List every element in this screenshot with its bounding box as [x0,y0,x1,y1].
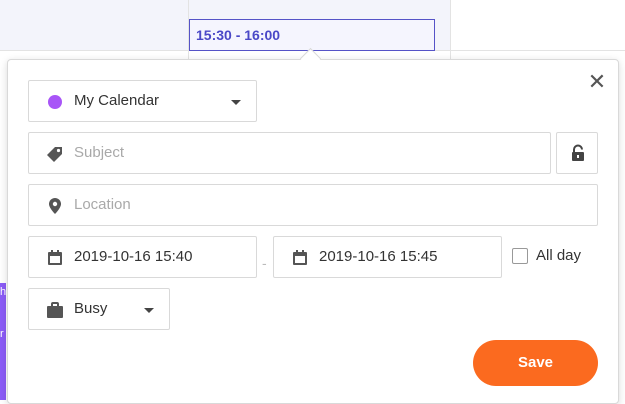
close-icon: ✕ [587,69,607,94]
close-button[interactable]: ✕ [586,69,608,94]
chevron-down-icon [144,308,154,313]
all-day-checkbox[interactable] [512,248,528,264]
calendar-select-label: My Calendar [74,92,160,109]
event-preview[interactable]: 15:30 - 16:00 [189,19,435,51]
end-datetime-input[interactable]: 2019-10-16 15:45 [273,236,502,278]
location-placeholder: Location [74,196,131,213]
subject-input[interactable]: Subject [28,132,551,174]
datetime-separator: - [262,255,267,271]
tag-icon [46,145,64,163]
lock-icon [569,144,587,162]
save-button[interactable]: Save [473,340,598,386]
left-event-text: r [0,328,4,340]
subject-placeholder: Subject [74,144,125,161]
location-pin-icon [46,197,64,215]
calendar-color-dot [48,95,62,109]
private-toggle-button[interactable] [556,132,598,174]
location-input[interactable]: Location [28,184,598,226]
briefcase-icon [46,301,64,319]
start-datetime-input[interactable]: 2019-10-16 15:40 [28,236,257,278]
left-event-text: h [0,286,7,298]
calendar-icon [291,249,309,267]
event-time-range: 15:30 - 16:00 [196,27,281,43]
calendar-select[interactable]: My Calendar [28,80,257,122]
calendar-band-right [450,0,625,50]
calendar-icon [46,249,64,267]
end-datetime-value: 2019-10-16 15:45 [319,248,438,265]
left-event-block[interactable]: h r [0,283,6,400]
availability-select[interactable]: Busy [28,288,170,330]
chevron-down-icon [231,100,241,105]
availability-select-label: Busy [74,300,108,317]
start-datetime-value: 2019-10-16 15:40 [74,248,193,265]
all-day-label[interactable]: All day [536,247,581,264]
